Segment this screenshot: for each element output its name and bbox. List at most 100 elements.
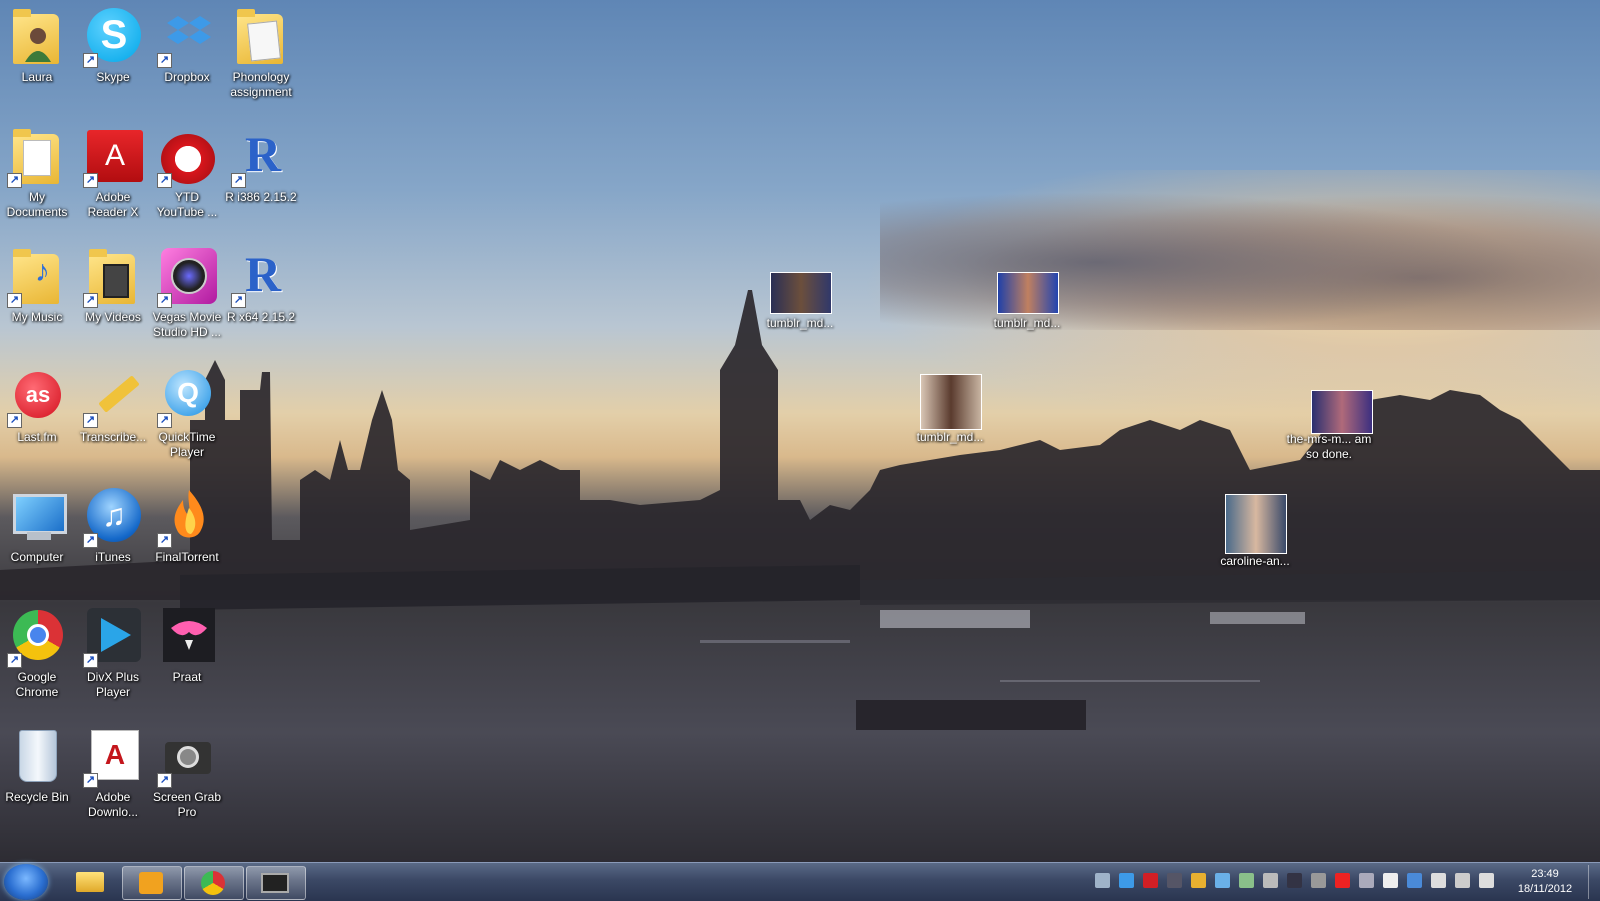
desktop-icon-google-chrome[interactable]: ↗ Google Chrome — [0, 604, 74, 700]
user-folder-icon — [5, 4, 69, 68]
update-tray-icon[interactable] — [1407, 873, 1422, 888]
shortcut-arrow-icon: ↗ — [7, 293, 22, 308]
desktop-file-the-mrs-m[interactable]: the-mrs-m... am so done. — [1284, 386, 1374, 462]
vegas-icon: ↗ — [155, 244, 219, 308]
computer-icon — [5, 484, 69, 548]
shortcut-arrow-icon: ↗ — [83, 293, 98, 308]
shortcut-arrow-icon: ↗ — [83, 653, 98, 668]
desktop-icon-praat[interactable]: Praat — [150, 604, 224, 685]
adobe-tray-icon[interactable] — [1143, 873, 1158, 888]
videos-folder-icon: ↗ — [81, 244, 145, 308]
r-icon: R ↗ — [229, 124, 293, 188]
desktop-icon-my-videos[interactable]: ↗ My Videos — [76, 244, 150, 325]
desktop-icon-quicktime[interactable]: Q ↗ QuickTime Player — [150, 364, 224, 460]
desktop-icon-skype[interactable]: S ↗ Skype — [76, 4, 150, 85]
desktop-icon-my-documents[interactable]: ↗ My Documents — [0, 124, 74, 220]
shortcut-arrow-icon: ↗ — [83, 533, 98, 548]
shortcut-arrow-icon: ↗ — [157, 173, 172, 188]
dropbox-icon: ↗ — [155, 4, 219, 68]
desktop-icon-lastfm[interactable]: as ↗ Last.fm — [0, 364, 74, 445]
taskbar-explorer-button[interactable] — [60, 866, 118, 898]
ytd-icon: ↗ — [155, 124, 219, 188]
desktop-icon-phonology-assignment[interactable]: Phonology assignment — [224, 4, 298, 100]
volume-tray-icon[interactable] — [1455, 873, 1470, 888]
desktop-icon-vegas-movie-studio[interactable]: ↗ Vegas Movie Studio HD ... — [150, 244, 224, 340]
camera-icon: ↗ — [155, 724, 219, 788]
desktop-file-caroline[interactable]: caroline-an... — [1216, 494, 1294, 569]
desktop-icon-recycle-bin[interactable]: Recycle Bin — [0, 724, 74, 805]
desktop-icon-laura[interactable]: Laura — [0, 4, 74, 85]
music-folder-icon: ♪ ↗ — [5, 244, 69, 308]
taskbar-clock[interactable]: 23:49 18/11/2012 — [1510, 867, 1580, 897]
desktop-icon-screen-grab-pro[interactable]: ↗ Screen Grab Pro — [150, 724, 224, 820]
desktop-file-tumblr-1[interactable]: tumblr_md... — [761, 268, 839, 331]
adobe-reader-icon: A ↗ — [81, 124, 145, 188]
power-tray-icon[interactable] — [1431, 873, 1446, 888]
folder-tray-icon[interactable] — [1191, 873, 1206, 888]
desktop-icon-dropbox[interactable]: ↗ Dropbox — [150, 4, 224, 85]
desktop-icon-r-i386[interactable]: R ↗ R i386 2.15.2 — [224, 124, 298, 205]
taskbar-screen-capture-button[interactable] — [246, 866, 306, 900]
desktop-icon-itunes[interactable]: ♫ ↗ iTunes — [76, 484, 150, 565]
chrome-icon — [201, 871, 225, 895]
desktop-icon-ytd-youtube[interactable]: ↗ YTD YouTube ... — [150, 124, 224, 220]
skype-icon: S ↗ — [81, 4, 145, 68]
shortcut-arrow-icon: ↗ — [157, 53, 172, 68]
desktop[interactable]: Laura ↗ My Documents ♪ ↗ My Music as ↗ L… — [0, 0, 1600, 862]
gear-tray-icon[interactable] — [1311, 873, 1326, 888]
shortcut-arrow-icon: ↗ — [83, 413, 98, 428]
desktop-icon-adobe-download[interactable]: A ↗ Adobe Downlo... — [76, 724, 150, 820]
display-tray-icon[interactable] — [1263, 873, 1278, 888]
finaltorrent-icon: ↗ — [155, 484, 219, 548]
desktop-file-tumblr-3[interactable]: tumblr_md... — [911, 372, 989, 445]
image-thumbnail — [1297, 386, 1373, 434]
desktop-icon-computer[interactable]: Computer — [0, 484, 74, 565]
shortcut-arrow-icon: ↗ — [7, 653, 22, 668]
network-tray-icon[interactable] — [1095, 873, 1110, 888]
shortcut-arrow-icon: ↗ — [7, 413, 22, 428]
clock-date: 18/11/2012 — [1517, 883, 1573, 895]
adobe-download-icon: A ↗ — [81, 724, 145, 788]
taskbar-chrome-button[interactable] — [184, 866, 244, 900]
taskbar-media-player-button[interactable] — [122, 866, 182, 900]
screen-tray-icon[interactable] — [1287, 873, 1302, 888]
signal-tray-icon[interactable] — [1479, 873, 1494, 888]
shortcut-arrow-icon: ↗ — [231, 173, 246, 188]
show-desktop-button[interactable] — [1588, 865, 1599, 899]
transcribe-icon: ↗ — [81, 364, 145, 428]
youtube-tray-icon[interactable] — [1335, 873, 1350, 888]
desktop-icon-my-music[interactable]: ♪ ↗ My Music — [0, 244, 74, 325]
sync-tray-icon[interactable] — [1239, 873, 1254, 888]
desktop-icon-r-x64[interactable]: R ↗ R x64 2.15.2 — [224, 244, 298, 325]
r-icon: R ↗ — [229, 244, 293, 308]
lastfm-icon: as ↗ — [5, 364, 69, 428]
globe-tray-icon[interactable] — [1359, 873, 1374, 888]
desktop-icon-transcribe[interactable]: ↗ Transcribe... — [76, 364, 150, 445]
app-tray-icon[interactable] — [1215, 873, 1230, 888]
image-thumbnail — [918, 372, 982, 430]
shortcut-arrow-icon: ↗ — [83, 773, 98, 788]
shortcut-arrow-icon: ↗ — [157, 773, 172, 788]
shortcut-arrow-icon: ↗ — [157, 533, 172, 548]
folder-icon — [76, 872, 104, 892]
clock-time: 23:49 — [1531, 868, 1559, 880]
shortcut-arrow-icon: ↗ — [83, 173, 98, 188]
shortcut-arrow-icon: ↗ — [7, 173, 22, 188]
image-thumbnail — [1223, 494, 1287, 554]
desktop-icon-divx-plus-player[interactable]: ↗ DivX Plus Player — [76, 604, 150, 700]
start-button[interactable] — [4, 864, 48, 900]
shortcut-arrow-icon: ↗ — [157, 413, 172, 428]
desktop-file-tumblr-2[interactable]: tumblr_md... — [988, 268, 1066, 331]
flag-tray-icon[interactable] — [1383, 873, 1398, 888]
desktop-icon-finaltorrent[interactable]: ↗ FinalTorrent — [150, 484, 224, 565]
dropbox-tray-icon[interactable] — [1119, 873, 1134, 888]
documents-folder-icon: ↗ — [5, 124, 69, 188]
desktop-icon-adobe-reader[interactable]: A ↗ Adobe Reader X — [76, 124, 150, 220]
quicktime-icon: Q ↗ — [155, 364, 219, 428]
image-thumbnail — [995, 268, 1059, 314]
media-player-icon — [139, 872, 163, 894]
itunes-icon: ♫ ↗ — [81, 484, 145, 548]
recycle-bin-icon — [5, 724, 69, 788]
chrome-icon: ↗ — [5, 604, 69, 668]
monitor-tray-icon[interactable] — [1167, 873, 1182, 888]
